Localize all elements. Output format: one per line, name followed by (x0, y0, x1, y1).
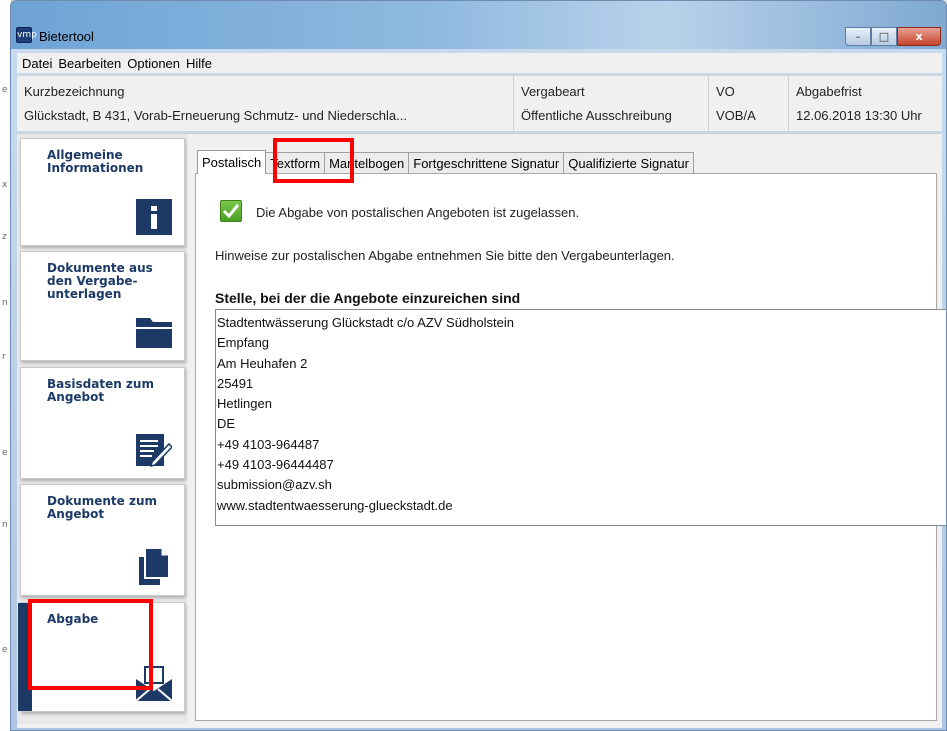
abgabefrist-value: 12.06.2018 13:30 Uhr (796, 108, 922, 123)
address-line: www.stadtentwaesserung-glueckstadt.de (217, 497, 453, 513)
vo-value: VOB/A (716, 108, 756, 123)
envelope-icon (136, 666, 172, 701)
postalisch-tab-content: Die Abgabe von postalischen Angeboten is… (195, 173, 946, 721)
edit-form-icon (136, 434, 172, 468)
app-icon: vmp (16, 27, 37, 43)
address-line: submission@azv.sh (217, 477, 332, 493)
address-line: 25491 (217, 375, 254, 391)
folder-icon (136, 318, 172, 348)
tab-mantelbogen[interactable]: Mantelbogen (324, 152, 410, 174)
postal-hint-text: Hinweise zur postalischen Abgabe entnehm… (215, 248, 675, 263)
menu-bar: Datei Bearbeiten Optionen Hilfe (17, 53, 942, 73)
tab-qualifizierte-signatur[interactable]: Qualifizierte Signatur (563, 152, 694, 174)
tab-textform[interactable]: Textform (265, 152, 326, 174)
vo-label: VO (716, 84, 735, 99)
address-line: Am Heuhafen 2 (217, 355, 308, 371)
address-line: +49 4103-964487 (217, 436, 320, 452)
submission-address-heading: Stelle, bei der die Angebote einzureiche… (215, 290, 521, 306)
menu-optionen[interactable]: Optionen (124, 56, 183, 71)
info-kurzbezeichnung: Kurzbezeichnung Glückstadt, B 431, Vorab… (17, 76, 514, 132)
kurzbezeichnung-label: Kurzbezeichnung (24, 84, 125, 99)
maximize-button[interactable]: □ (871, 27, 897, 46)
info-icon (136, 199, 172, 235)
menu-bearbeiten[interactable]: Bearbeiten (55, 56, 124, 71)
sidebar-item-label: Dokumente aus den Vergabe-unterlagen (47, 261, 153, 301)
sidebar-item-basisdaten[interactable]: Basisdaten zum Angebot (20, 367, 185, 479)
title-bar[interactable]: vmp Bietertool – □ x (11, 1, 946, 49)
tab-postalisch[interactable]: Postalisch (197, 150, 267, 174)
sidebar-item-dokumente-zum-angebot[interactable]: Dokumente zum Angebot (20, 484, 185, 596)
address-line: Hetlingen (217, 396, 272, 412)
kurzbezeichnung-value: Glückstadt, B 431, Vorab-Erneuerung Schm… (24, 108, 407, 123)
info-abgabefrist: Abgabefrist 12.06.2018 13:30 Uhr (789, 76, 942, 132)
sidebar-item-abgabe[interactable]: Abgabe (18, 602, 185, 712)
close-icon: x (915, 30, 923, 43)
abgabefrist-label: Abgabefrist (796, 84, 862, 99)
sidebar-item-label: Allgemeine Informationen (47, 148, 144, 175)
close-button[interactable]: x (897, 27, 941, 46)
allowed-checkmark (220, 200, 242, 222)
address-line: Stadtentwässerung Glückstadt c/o AZV Süd… (217, 315, 515, 330)
menu-hilfe[interactable]: Hilfe (183, 56, 215, 71)
window-controls: – □ x (845, 27, 941, 47)
tab-panel: Postalisch Textform Mantelbogen Fortgesc… (191, 134, 946, 724)
info-vergabeart: Vergabeart Öffentliche Ausschreibung (514, 76, 709, 132)
maximize-icon: □ (878, 30, 890, 43)
address-line: Empfang (217, 335, 270, 351)
address-line: +49 4103-96444487 (217, 457, 334, 473)
documents-icon (139, 549, 168, 585)
tab-strip: Postalisch Textform Mantelbogen Fortgesc… (197, 150, 694, 174)
tab-fortgeschrittene-signatur[interactable]: Fortgeschrittene Signatur (408, 152, 565, 174)
sidebar-item-label: Abgabe (47, 612, 99, 626)
menu-datei[interactable]: Datei (19, 56, 55, 71)
sidebar-item-label: Dokumente zum Angebot (47, 494, 157, 521)
sidebar-item-dokumente-vergabeunterlagen[interactable]: Dokumente aus den Vergabe-unterlagen (20, 251, 185, 361)
main-content: Allgemeine Informationen Dokumente aus d… (17, 133, 946, 728)
check-icon (223, 204, 239, 218)
sidebar-item-label: Basisdaten zum Angebot (47, 377, 154, 404)
address-line: DE (217, 416, 236, 432)
info-vo: VO VOB/A (709, 76, 789, 132)
bietertool-window: vmp Bietertool – □ x Datei Bearbeiten Op… (10, 0, 947, 731)
submission-address-textarea[interactable]: Stadtentwässerung Glückstadt c/o AZV Süd… (215, 309, 946, 526)
vergabeart-value: Öffentliche Ausschreibung (521, 108, 672, 123)
postal-allowed-text: Die Abgabe von postalischen Angeboten is… (256, 205, 580, 220)
vergabeart-label: Vergabeart (521, 84, 585, 99)
tender-info-bar: Kurzbezeichnung Glückstadt, B 431, Vorab… (17, 75, 942, 132)
minimize-icon: – (855, 30, 861, 43)
minimize-button[interactable]: – (845, 27, 871, 46)
window-title: Bietertool (39, 29, 94, 44)
sidebar: Allgemeine Informationen Dokumente aus d… (17, 134, 187, 724)
sidebar-item-allgemeine-informationen[interactable]: Allgemeine Informationen (20, 138, 185, 246)
